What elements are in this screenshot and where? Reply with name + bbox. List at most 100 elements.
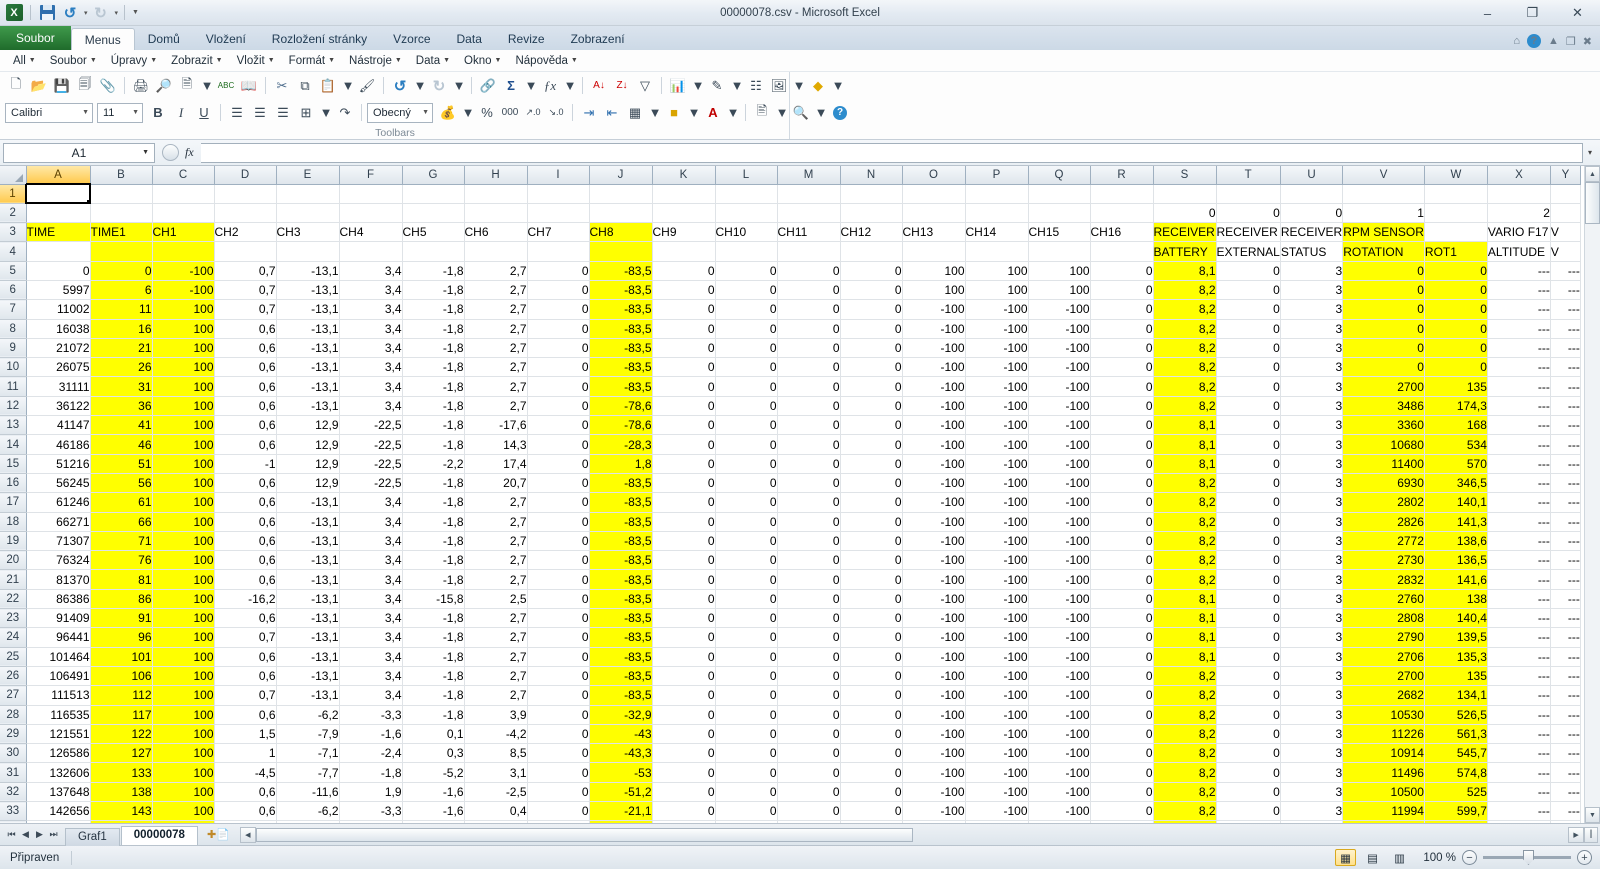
cell-Y24[interactable]: ---: [1550, 628, 1580, 647]
cell-R31[interactable]: 0: [1090, 763, 1153, 782]
cell-O27[interactable]: -100: [902, 686, 965, 705]
cell-I29[interactable]: 0: [527, 724, 589, 743]
cell-P21[interactable]: -100: [965, 570, 1028, 589]
cell-E2[interactable]: [276, 203, 339, 222]
cell-G2[interactable]: [402, 203, 464, 222]
save-icon[interactable]: [37, 3, 57, 23]
cell-Y1[interactable]: [1550, 184, 1580, 203]
cell-Y34[interactable]: ---: [1550, 821, 1580, 823]
comma-style-icon[interactable]: 000: [499, 102, 521, 124]
cell-G11[interactable]: -1,8: [402, 377, 464, 396]
paste-icon[interactable]: 📋: [317, 75, 339, 97]
cell-J3[interactable]: CH8: [589, 223, 652, 242]
cell-E27[interactable]: -13,1: [276, 686, 339, 705]
cell-J9[interactable]: -83,5: [589, 338, 652, 357]
cell-C29[interactable]: 100: [152, 724, 214, 743]
cell-Y18[interactable]: ---: [1550, 512, 1580, 531]
cell-F2[interactable]: [339, 203, 402, 222]
cell-T23[interactable]: 0: [1216, 609, 1280, 628]
cell-M4[interactable]: [777, 242, 840, 261]
cell-Q12[interactable]: -100: [1028, 396, 1090, 415]
cell-C19[interactable]: 100: [152, 531, 214, 550]
cell-W13[interactable]: 168: [1424, 416, 1487, 435]
cell-N17[interactable]: 0: [840, 493, 902, 512]
cell-T27[interactable]: 0: [1216, 686, 1280, 705]
cell-M19[interactable]: 0: [777, 531, 840, 550]
cell-V9[interactable]: 0: [1343, 338, 1425, 357]
cell-V12[interactable]: 3486: [1343, 396, 1425, 415]
cell-M26[interactable]: 0: [777, 666, 840, 685]
cell-T15[interactable]: 0: [1216, 454, 1280, 473]
cell-P11[interactable]: -100: [965, 377, 1028, 396]
cell-I27[interactable]: 0: [527, 686, 589, 705]
cell-E13[interactable]: 12,9: [276, 416, 339, 435]
cell-Y7[interactable]: ---: [1550, 300, 1580, 319]
cell-B14[interactable]: 46: [90, 435, 152, 454]
cell-G14[interactable]: -1,8: [402, 435, 464, 454]
cell-P33[interactable]: -100: [965, 802, 1028, 821]
cell-T12[interactable]: 0: [1216, 396, 1280, 415]
cell-D18[interactable]: 0,6: [214, 512, 276, 531]
undo-icon[interactable]: ↺: [389, 75, 411, 97]
cell-G23[interactable]: -1,8: [402, 609, 464, 628]
cell-H28[interactable]: 3,9: [464, 705, 527, 724]
cell-G7[interactable]: -1,8: [402, 300, 464, 319]
cell-T2[interactable]: 0: [1216, 203, 1280, 222]
cell-N24[interactable]: 0: [840, 628, 902, 647]
cell-G19[interactable]: -1,8: [402, 531, 464, 550]
cell-R8[interactable]: 0: [1090, 319, 1153, 338]
cell-T16[interactable]: 0: [1216, 473, 1280, 492]
cell-M24[interactable]: 0: [777, 628, 840, 647]
cell-U22[interactable]: 3: [1280, 589, 1342, 608]
cell-E17[interactable]: -13,1: [276, 493, 339, 512]
cell-S33[interactable]: 8,2: [1153, 802, 1216, 821]
cell-R2[interactable]: [1090, 203, 1153, 222]
cell-A13[interactable]: 41147: [26, 416, 90, 435]
cell-H27[interactable]: 2,7: [464, 686, 527, 705]
cell-V17[interactable]: 2802: [1343, 493, 1425, 512]
cell-L19[interactable]: 0: [715, 531, 777, 550]
cell-G25[interactable]: -1,8: [402, 647, 464, 666]
column-header-V[interactable]: V: [1343, 166, 1425, 184]
cell-G26[interactable]: -1,8: [402, 666, 464, 685]
cell-T18[interactable]: 0: [1216, 512, 1280, 531]
cell-I12[interactable]: 0: [527, 396, 589, 415]
cell-E3[interactable]: CH3: [276, 223, 339, 242]
cell-E19[interactable]: -13,1: [276, 531, 339, 550]
cell-V24[interactable]: 2790: [1343, 628, 1425, 647]
chevron-down-icon[interactable]: ▼: [413, 75, 427, 97]
cell-U23[interactable]: 3: [1280, 609, 1342, 628]
row-header-14[interactable]: 14: [0, 435, 26, 454]
cell-U32[interactable]: 3: [1280, 782, 1342, 801]
cell-F20[interactable]: 3,4: [339, 551, 402, 570]
cell-I13[interactable]: 0: [527, 416, 589, 435]
sort-ascending-icon[interactable]: A↓: [588, 75, 610, 97]
cell-U4[interactable]: STATUS: [1280, 242, 1342, 261]
cell-K11[interactable]: 0: [652, 377, 715, 396]
cell-C32[interactable]: 100: [152, 782, 214, 801]
cell-Q32[interactable]: -100: [1028, 782, 1090, 801]
cell-A27[interactable]: 111513: [26, 686, 90, 705]
cell-W31[interactable]: 574,8: [1424, 763, 1487, 782]
cell-K13[interactable]: 0: [652, 416, 715, 435]
cell-S27[interactable]: 8,2: [1153, 686, 1216, 705]
cell-E26[interactable]: -13,1: [276, 666, 339, 685]
cell-I26[interactable]: 0: [527, 666, 589, 685]
cell-U3[interactable]: RECEIVER: [1280, 223, 1342, 242]
cell-L11[interactable]: 0: [715, 377, 777, 396]
cell-B29[interactable]: 122: [90, 724, 152, 743]
cell-A25[interactable]: 101464: [26, 647, 90, 666]
cell-D26[interactable]: 0,6: [214, 666, 276, 685]
cell-N12[interactable]: 0: [840, 396, 902, 415]
cell-Q30[interactable]: -100: [1028, 744, 1090, 763]
row-header-30[interactable]: 30: [0, 744, 26, 763]
cell-Y3[interactable]: V: [1550, 223, 1580, 242]
cell-N31[interactable]: 0: [840, 763, 902, 782]
cell-D24[interactable]: 0,7: [214, 628, 276, 647]
cell-V20[interactable]: 2730: [1343, 551, 1425, 570]
cell-D21[interactable]: 0,6: [214, 570, 276, 589]
cell-Y20[interactable]: ---: [1550, 551, 1580, 570]
cell-W10[interactable]: 0: [1424, 358, 1487, 377]
cell-N16[interactable]: 0: [840, 473, 902, 492]
cell-D34[interactable]: 11,6: [214, 821, 276, 823]
